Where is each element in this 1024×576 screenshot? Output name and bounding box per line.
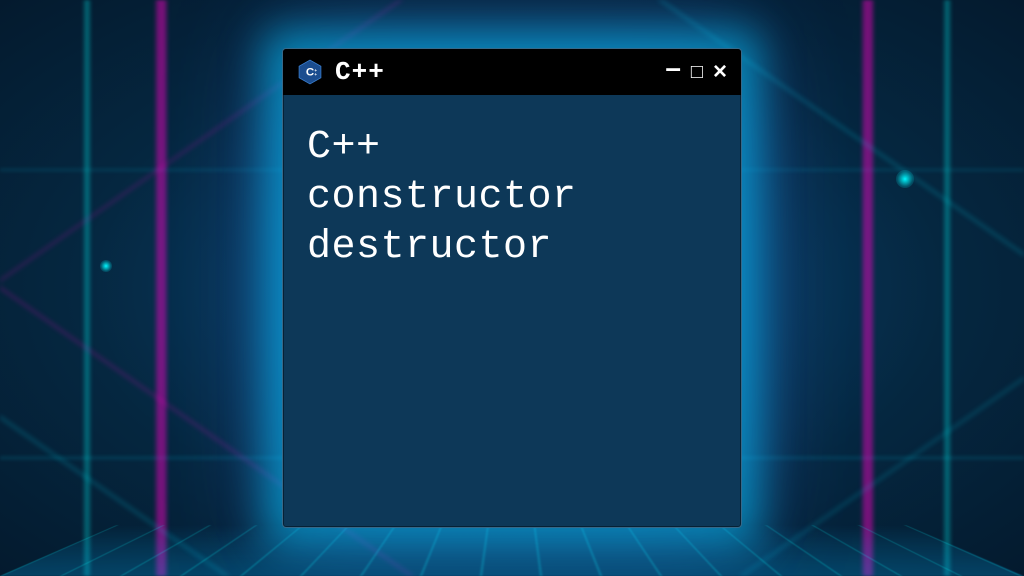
content-line: constructor [307,173,717,223]
minimize-button[interactable]: – [665,54,681,82]
terminal-window: C + + C++ – □ × C++ constructor destruct… [282,48,742,528]
glow-dot [896,170,914,188]
background-floor-grid [0,525,1024,576]
content-line: C++ [307,123,717,173]
maximize-button[interactable]: □ [691,62,703,82]
svg-text:C: C [306,67,314,79]
cpp-logo-icon: C + + [297,59,323,85]
content-line: destructor [307,223,717,273]
svg-text:+: + [314,72,317,77]
glow-dot [100,260,112,272]
terminal-content: C++ constructor destructor [283,95,741,527]
window-controls: – □ × [665,58,727,86]
titlebar[interactable]: C + + C++ – □ × [283,49,741,95]
close-button[interactable]: × [713,60,727,84]
window-title: C++ [335,57,653,87]
